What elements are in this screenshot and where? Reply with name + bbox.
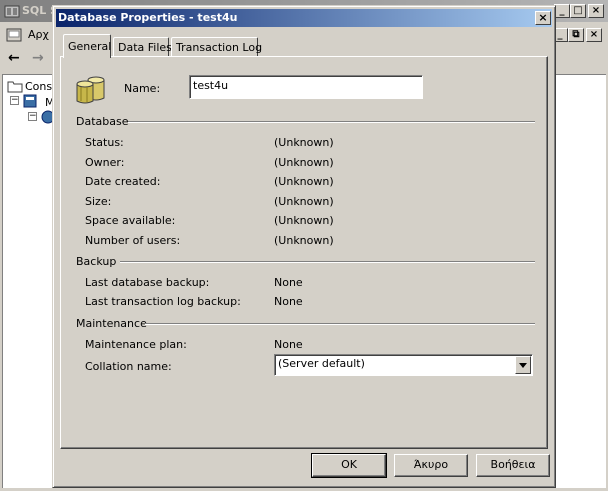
tree-collapse-icon[interactable]: − <box>10 96 19 105</box>
close-icon[interactable]: × <box>588 4 604 18</box>
name-label: Name: <box>124 82 161 95</box>
date-created-label: Date created: <box>85 175 161 188</box>
dialog-titlebar: Database Properties - test4u × <box>56 9 552 27</box>
section-divider <box>128 121 535 123</box>
help-button[interactable]: Βοήθεια <box>476 454 550 477</box>
maintenance-plan-label: Maintenance plan: <box>85 338 187 351</box>
collation-selected-value: (Server default) <box>278 357 365 370</box>
tab-transaction-log[interactable]: Transaction Log <box>171 37 262 57</box>
database-icon <box>76 76 105 104</box>
tree-collapse-icon[interactable]: − <box>28 112 37 121</box>
last-database-backup-value: None <box>274 276 303 289</box>
section-heading-database: Database <box>76 115 129 128</box>
number-of-users-label: Number of users: <box>85 234 181 247</box>
console-icon <box>6 28 22 42</box>
ok-button[interactable]: OK <box>311 453 387 478</box>
last-log-backup-value: None <box>274 295 303 308</box>
cancel-button[interactable]: Άκυρο <box>394 454 468 477</box>
dropdown-arrow-button[interactable] <box>515 356 531 374</box>
section-divider <box>145 323 535 325</box>
section-heading-maintenance: Maintenance <box>76 317 147 330</box>
section-divider <box>120 261 535 263</box>
dialog-close-button[interactable]: × <box>535 11 551 25</box>
status-value: (Unknown) <box>274 136 334 149</box>
tree-root-label[interactable]: Cons <box>25 80 52 93</box>
general-tab-panel: Name: test4u Database Status: (Unknown) … <box>60 56 548 449</box>
folder-icon <box>7 81 23 93</box>
tab-general[interactable]: General <box>63 34 111 58</box>
forward-arrow-icon[interactable]: → <box>32 50 44 66</box>
owner-value: (Unknown) <box>274 156 334 169</box>
date-created-value: (Unknown) <box>274 175 334 188</box>
menu-item-file[interactable]: Αρχ <box>28 28 49 41</box>
back-arrow-icon[interactable]: ← <box>8 50 20 66</box>
server-group-icon <box>23 94 37 108</box>
tab-data-files[interactable]: Data Files <box>113 37 172 57</box>
mdi-restore-icon[interactable]: ⧉ <box>568 28 584 42</box>
mdi-close-icon[interactable]: × <box>586 28 602 42</box>
space-available-label: Space available: <box>85 214 176 227</box>
minimize-icon[interactable]: _ <box>554 4 570 18</box>
collation-name-label: Collation name: <box>85 360 172 373</box>
sql-server-icon <box>4 5 20 18</box>
name-input[interactable]: test4u <box>189 75 423 99</box>
status-label: Status: <box>85 136 124 149</box>
console-tree-pane[interactable]: Cons − M − <box>2 74 56 488</box>
space-available-value: (Unknown) <box>274 214 334 227</box>
dialog-title: Database Properties - test4u <box>58 11 238 24</box>
number-of-users-value: (Unknown) <box>274 234 334 247</box>
maximize-icon[interactable]: □ <box>570 4 586 18</box>
details-pane <box>556 74 606 488</box>
last-log-backup-label: Last transaction log backup: <box>85 295 241 308</box>
size-label: Size: <box>85 195 112 208</box>
size-value: (Unknown) <box>274 195 334 208</box>
owner-label: Owner: <box>85 156 125 169</box>
section-heading-backup: Backup <box>76 255 117 268</box>
last-database-backup-label: Last database backup: <box>85 276 210 289</box>
maintenance-plan-value: None <box>274 338 303 351</box>
database-properties-dialog: Database Properties - test4u × General D… <box>52 5 556 488</box>
chevron-down-icon <box>519 363 527 368</box>
collation-select[interactable]: (Server default) <box>274 354 533 376</box>
